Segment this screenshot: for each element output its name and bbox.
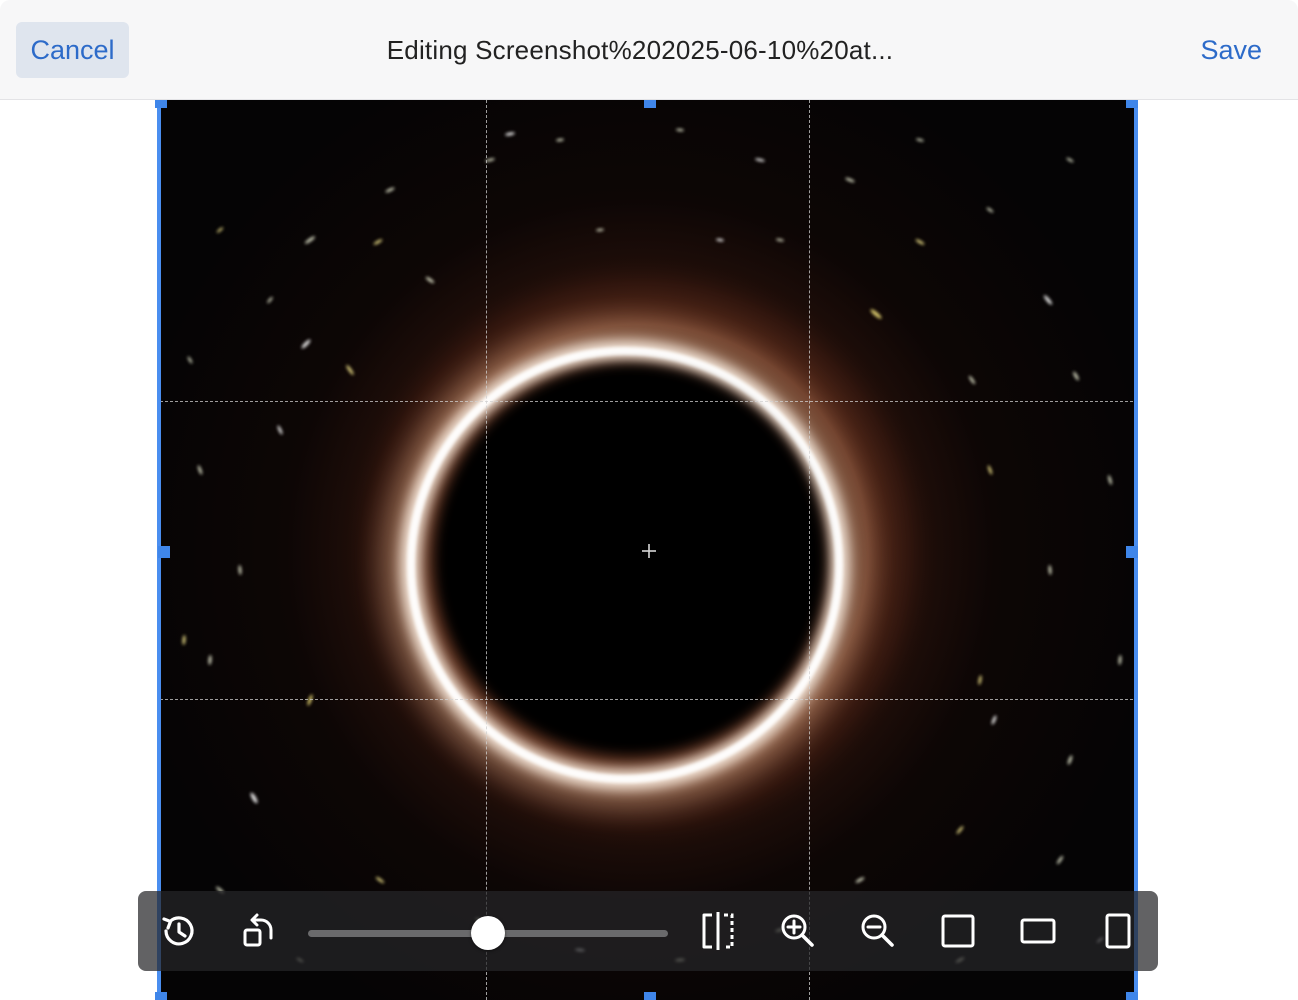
crop-handle-right[interactable] [1126,546,1138,558]
crosshair-icon [642,544,656,558]
grid-line-vertical [486,100,487,1000]
grid-line-vertical [809,100,810,1000]
rotation-slider-thumb[interactable] [471,916,505,950]
grid-line-horizontal [160,699,1138,700]
flip-button[interactable] [693,905,743,957]
aspect-landscape-button[interactable] [1013,905,1063,957]
aspect-portrait-icon [1105,913,1131,949]
zoom-in-icon [781,914,814,947]
save-button[interactable]: Save [1194,22,1268,78]
reset-button[interactable] [153,905,203,957]
edit-toolbar [138,891,1158,971]
zoom-in-button[interactable] [773,905,823,957]
crop-handle-top-right[interactable] [1126,100,1138,108]
aspect-landscape-icon [1020,918,1056,944]
editor-title: Editing Screenshot%202025-06-10%20at... [386,35,894,65]
cancel-button[interactable]: Cancel [16,22,129,78]
aspect-portrait-button[interactable] [1093,905,1143,957]
zoom-out-icon [861,914,894,947]
aspect-square-button[interactable] [933,905,983,957]
rotate-icon [243,913,273,947]
reset-history-icon [162,916,194,946]
crop-handle-left[interactable] [158,546,170,558]
editor-header: Cancel Editing Screenshot%202025-06-10%2… [0,0,1298,100]
flip-horizontal-icon [702,912,734,950]
zoom-out-button[interactable] [853,905,903,957]
crop-handle-bottom-right[interactable] [1126,992,1138,1000]
grid-line-horizontal [160,401,1138,402]
crop-handle-bottom-left[interactable] [155,992,167,1000]
crop-handle-bottom[interactable] [644,992,656,1000]
crop-handle-top[interactable] [644,100,656,108]
aspect-square-icon [941,914,975,948]
image-canvas[interactable] [0,100,1298,1000]
crop-handle-top-left[interactable] [155,100,167,108]
rotate-button[interactable] [233,905,283,957]
